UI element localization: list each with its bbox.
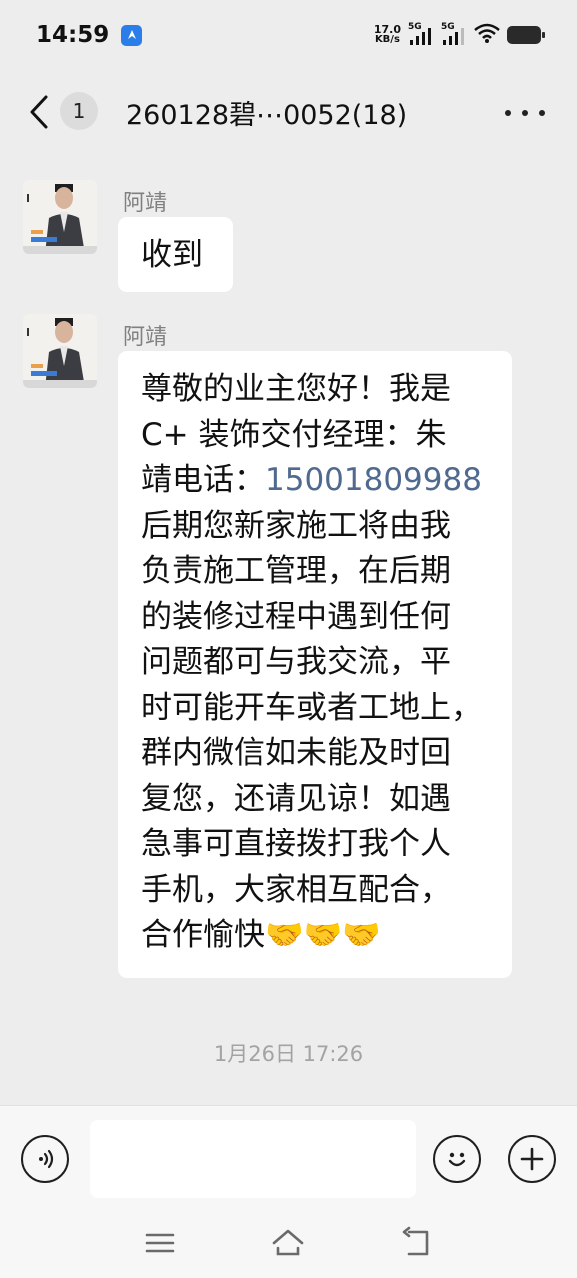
system-nav-bar — [0, 1206, 577, 1278]
message-line: 负责施工管理，在后期 — [141, 553, 451, 589]
message-line: 问题都可与我交流，平 — [141, 644, 451, 680]
message-line: 急事可直接拨打我个人 — [141, 826, 451, 862]
unread-count-badge[interactable]: 1 — [60, 92, 98, 130]
message-line: 的装修过程中遇到任何 — [141, 598, 451, 635]
avatar[interactable] — [23, 314, 97, 388]
message-line: C+ 装饰交付经理：朱 — [141, 416, 447, 453]
chat-title: 260128碧⋯0052(18) — [126, 100, 408, 131]
message-line: 合作愉快🤝🤝🤝 — [141, 917, 381, 953]
signal-icon: 5G — [408, 22, 434, 46]
message-line: 后期您新家施工将由我 — [141, 507, 451, 544]
message-line-text: 靖电话： — [141, 462, 265, 498]
more-dots-icon[interactable] — [505, 100, 545, 126]
message-line: 复您，还请见谅！如遇 — [141, 780, 451, 817]
signal-icon: 5G — [441, 22, 467, 46]
avatar[interactable] — [23, 180, 97, 254]
status-time: 14:59 — [36, 22, 110, 48]
message-line: 尊敬的业主您好！我是 — [141, 371, 451, 407]
message-line: 手机，大家相互配合， — [141, 871, 451, 908]
plus-icon[interactable] — [508, 1135, 556, 1183]
message-text: 收到 — [141, 237, 203, 273]
home-icon[interactable] — [271, 1226, 305, 1260]
back-chevron-icon[interactable] — [26, 92, 56, 132]
menu-icon[interactable] — [143, 1226, 177, 1260]
message-line: 时可能开车或者工地上， — [141, 689, 482, 726]
message-timestamp: 1月26日 17:26 — [213, 1042, 364, 1066]
emoji-icon[interactable] — [433, 1135, 481, 1183]
net-speed: 17.0 KB/s — [373, 23, 401, 45]
battery-icon — [507, 26, 545, 44]
app-notification-icon — [121, 24, 143, 46]
back-gesture-icon[interactable] — [400, 1226, 434, 1260]
input-bar — [0, 1105, 577, 1206]
phone-number-link[interactable]: 15001809988 — [265, 462, 482, 498]
message-line: 群内微信如未能及时回 — [141, 735, 451, 771]
sender-name: 阿靖 — [123, 325, 168, 350]
message-input[interactable] — [90, 1120, 416, 1198]
status-bar: 14:59 17.0 KB/s 5G 5G — [0, 0, 577, 70]
sender-name: 阿靖 — [123, 191, 168, 216]
message-line: 靖电话：15001809988 — [141, 458, 512, 504]
message-bubble[interactable]: 尊敬的业主您好！我是 C+ 装饰交付经理：朱 靖电话：15001809988 后… — [118, 351, 512, 978]
message-bubble[interactable]: 收到 — [118, 217, 233, 292]
voice-icon[interactable] — [21, 1135, 69, 1183]
chat-header: 1 260128碧⋯0052(18) — [0, 70, 577, 155]
wifi-icon — [474, 23, 500, 47]
